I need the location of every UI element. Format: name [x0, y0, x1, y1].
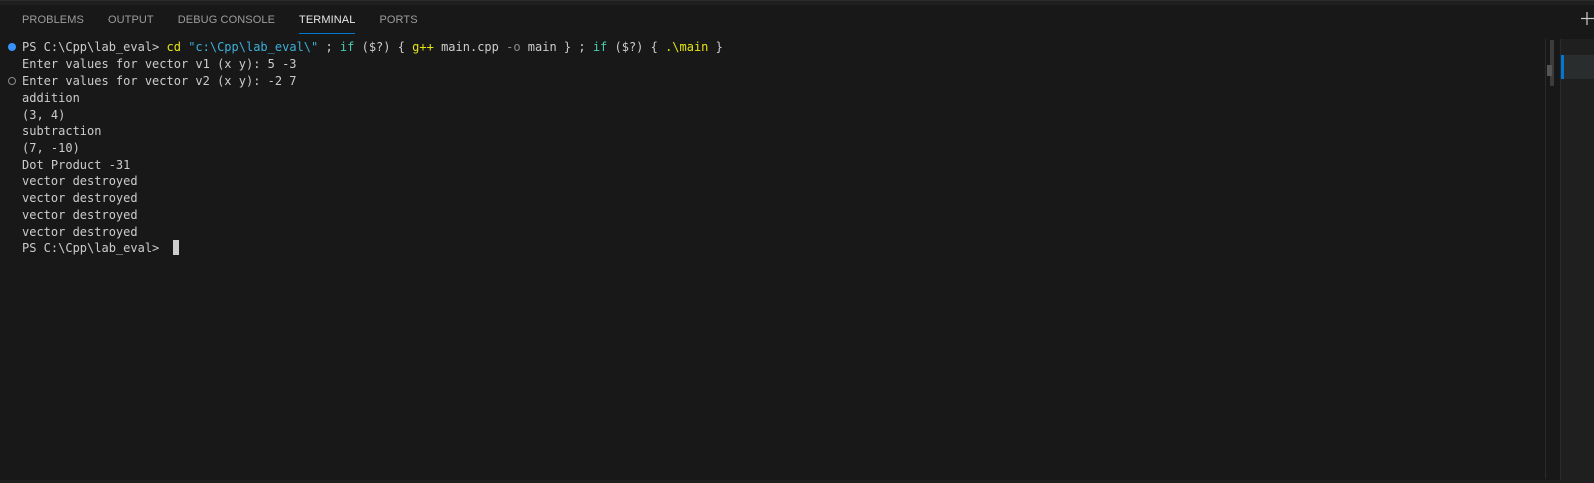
tab-problems[interactable]: PROBLEMS	[22, 13, 84, 33]
cmd-cd: cd	[166, 40, 181, 54]
command-line: PS C:\Cpp\lab_eval> cd "c:\Cpp\lab_eval\…	[22, 39, 723, 56]
command-pending-icon[interactable]	[8, 77, 16, 85]
terminal-panel: PROBLEMS OUTPUT DEBUG CONSOLE TERMINAL P…	[0, 0, 1594, 483]
tab-output[interactable]: OUTPUT	[108, 13, 154, 33]
output-line: (3, 4)	[22, 108, 66, 122]
panel-top-edge	[0, 1, 1594, 5]
cmd-flag: -o	[506, 40, 521, 54]
tab-terminal[interactable]: TERMINAL	[299, 13, 356, 34]
scrollbar-cursor-marker	[1547, 65, 1552, 76]
scrollbar-thumb[interactable]	[1550, 40, 1554, 86]
output-line: vector destroyed	[22, 225, 138, 239]
tab-debug-console[interactable]: DEBUG CONSOLE	[178, 13, 275, 33]
cmd-compiler: g++	[412, 40, 434, 54]
terminal-tab-entry[interactable]	[1564, 55, 1594, 79]
cmd-condition: ($?) {	[354, 40, 413, 54]
output-line: Dot Product -31	[22, 158, 131, 172]
output-line: Enter values for vector v2 (x y): -2 7	[22, 74, 297, 88]
text-cursor	[172, 240, 179, 255]
plus-icon	[1581, 12, 1594, 25]
prompt: PS C:\Cpp\lab_eval>	[22, 40, 167, 54]
cmd-target: main } ;	[520, 40, 593, 54]
terminal-output[interactable]: PS C:\Cpp\lab_eval> cd "c:\Cpp\lab_eval\…	[0, 39, 1560, 479]
cmd-if-keyword: if	[339, 40, 355, 54]
output-line: vector destroyed	[22, 208, 138, 222]
panel-tab-bar: PROBLEMS OUTPUT DEBUG CONSOLE TERMINAL P…	[22, 13, 442, 34]
new-terminal-button[interactable]	[1580, 8, 1594, 28]
output-line: subtraction	[22, 124, 102, 138]
cmd-path-string: "c:\Cpp\lab_eval\"	[188, 40, 319, 54]
cmd-if-keyword: if	[592, 40, 608, 54]
command-success-icon[interactable]	[8, 43, 16, 51]
cmd-close: }	[708, 40, 723, 54]
prompt: PS C:\Cpp\lab_eval>	[22, 241, 167, 255]
terminal-tab-active-indicator	[1561, 55, 1564, 79]
terminal-scrollbar[interactable]	[1545, 39, 1560, 479]
output-line: vector destroyed	[22, 191, 138, 205]
cmd-run: .\main	[665, 40, 709, 54]
final-prompt-line[interactable]: PS C:\Cpp\lab_eval>	[22, 240, 179, 257]
terminal-tabs-list	[1560, 39, 1594, 483]
cmd-source: main.cpp	[433, 40, 507, 54]
cmd-separator: ;	[318, 40, 340, 54]
cmd-condition: ($?) {	[607, 40, 666, 54]
output-line: addition	[22, 91, 80, 105]
output-line: Enter values for vector v1 (x y): 5 -3	[22, 57, 297, 71]
output-line: vector destroyed	[22, 174, 138, 188]
output-line: (7, -10)	[22, 141, 80, 155]
tab-ports[interactable]: PORTS	[379, 13, 417, 33]
